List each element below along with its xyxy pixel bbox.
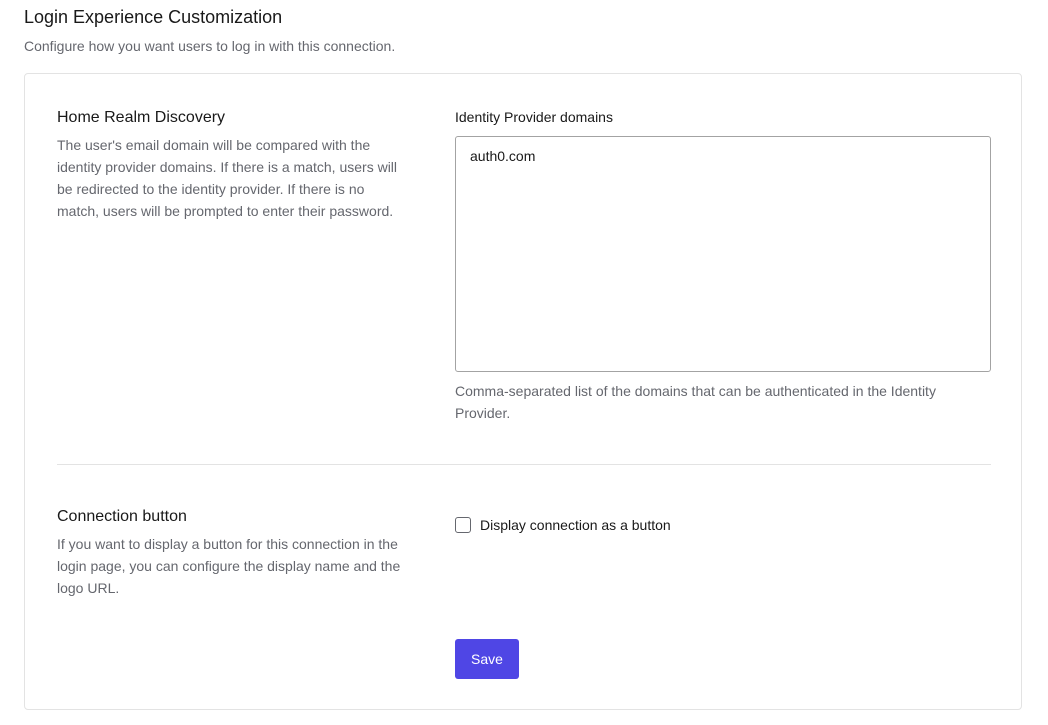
- identity-provider-domains-help: Comma-separated list of the domains that…: [455, 383, 936, 421]
- display-as-button-checkbox[interactable]: [455, 517, 471, 533]
- display-as-button-label[interactable]: Display connection as a button: [480, 515, 671, 535]
- connection-button-description: If you want to display a button for this…: [57, 536, 401, 596]
- page-header: Login Experience Customization Configure…: [24, 4, 1024, 56]
- settings-card: Home Realm Discovery The user's email do…: [24, 73, 1022, 710]
- page-subtitle: Configure how you want users to log in w…: [24, 38, 396, 54]
- home-realm-title: Home Realm Discovery: [57, 109, 226, 126]
- section-divider: [57, 464, 991, 465]
- connection-button-title: Connection button: [57, 508, 187, 525]
- identity-provider-domains-label: Identity Provider domains: [455, 109, 613, 125]
- identity-provider-domains-input[interactable]: [455, 136, 991, 372]
- save-button[interactable]: Save: [455, 639, 519, 679]
- display-as-button-option[interactable]: Display connection as a button: [455, 515, 671, 535]
- page-title: Login Experience Customization: [24, 7, 283, 27]
- home-realm-description: The user's email domain will be compared…: [57, 137, 398, 219]
